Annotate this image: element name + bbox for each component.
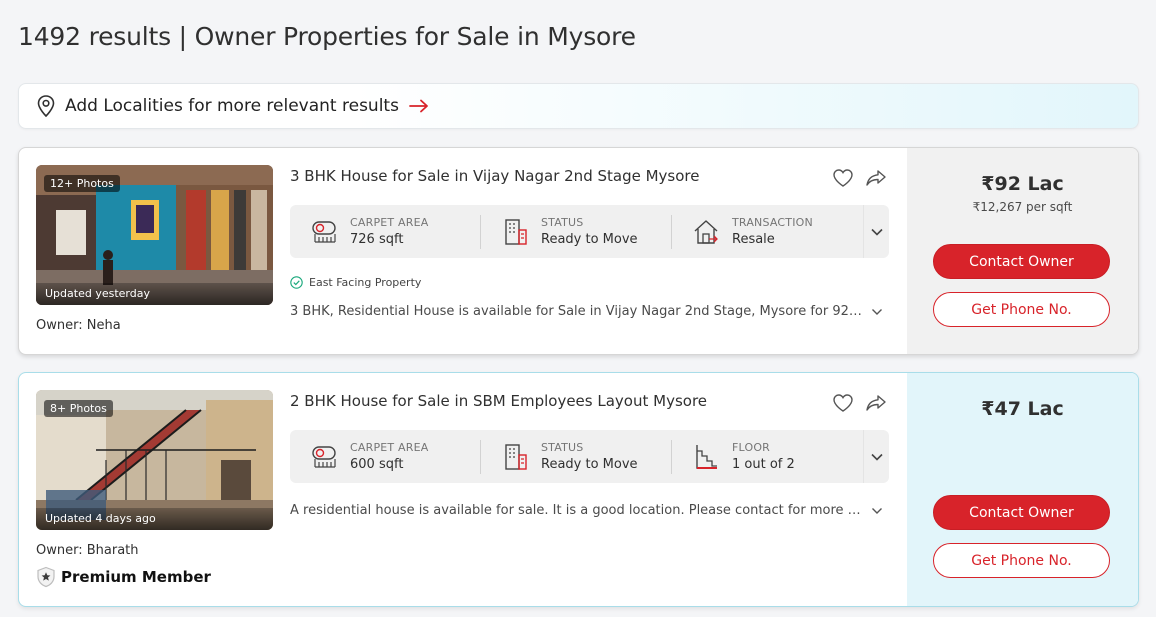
add-localities-bar[interactable]: Add Localities for more relevant results	[18, 83, 1139, 129]
highlight-text: East Facing Property	[309, 276, 422, 289]
listing-title[interactable]: 2 BHK House for Sale in SBM Employees La…	[290, 392, 707, 410]
add-localities-text: Add Localities for more relevant results	[65, 96, 399, 116]
price-panel: ₹47 Lac Contact Owner Get Phone No.	[907, 373, 1138, 606]
owner-name: Owner: Bharath	[36, 543, 139, 558]
summary-carpet-area: CARPET AREA 600 sqft	[290, 430, 480, 483]
description-text: 3 BHK, Residential House is available fo…	[290, 304, 865, 319]
contact-owner-button[interactable]: Contact Owner	[933, 244, 1110, 279]
summary-value: 726 sqft	[350, 232, 404, 247]
share-icon[interactable]	[865, 393, 887, 413]
updated-label: Updated 4 days ago	[36, 508, 273, 530]
price-panel: ₹92 Lac ₹12,267 per sqft Contact Owner G…	[907, 148, 1138, 354]
page-title: 1492 results | Owner Properties for Sale…	[18, 22, 636, 51]
arrow-right-icon[interactable]	[409, 99, 429, 113]
expand-summary-button[interactable]	[863, 205, 889, 258]
check-circle-icon	[290, 276, 303, 289]
photo-count-badge: 8+ Photos	[44, 400, 113, 417]
summary-status: STATUS Ready to Move	[481, 430, 671, 483]
contact-owner-button[interactable]: Contact Owner	[933, 495, 1110, 530]
summary-label: STATUS	[541, 441, 584, 454]
summary-value: Resale	[732, 232, 775, 247]
summary-label: FLOOR	[732, 441, 771, 454]
summary-value: 1 out of 2	[732, 457, 795, 472]
listing-title[interactable]: 3 BHK House for Sale in Vijay Nagar 2nd …	[290, 167, 699, 185]
carpet-area-icon	[312, 220, 336, 243]
premium-member-text: Premium Member	[61, 568, 211, 586]
chevron-down-icon[interactable]	[871, 308, 883, 316]
summary-value: Ready to Move	[541, 457, 638, 472]
price: ₹47 Lac	[981, 398, 1064, 420]
listing-description[interactable]: A residential house is available for sal…	[290, 503, 890, 518]
summary-floor: FLOOR 1 out of 2	[672, 430, 862, 483]
owner-name: Owner: Neha	[36, 318, 121, 333]
summary-label: CARPET AREA	[350, 216, 429, 229]
location-pin-icon	[37, 95, 55, 118]
property-photo[interactable]: 12+ Photos Updated yesterday	[36, 165, 273, 305]
summary-label: STATUS	[541, 216, 584, 229]
building-status-icon	[505, 218, 527, 245]
price-per-sqft: ₹12,267 per sqft	[972, 200, 1073, 214]
listing-description[interactable]: 3 BHK, Residential House is available fo…	[290, 304, 890, 319]
property-photo[interactable]: 8+ Photos Updated 4 days ago	[36, 390, 273, 530]
property-summary: CARPET AREA 726 sqft STATUS Ready to Mov…	[290, 205, 889, 258]
property-card[interactable]: 12+ Photos Updated yesterday Owner: Neha…	[18, 147, 1139, 355]
chevron-down-icon[interactable]	[871, 507, 883, 515]
description-text: A residential house is available for sal…	[290, 503, 865, 518]
summary-carpet-area: CARPET AREA 726 sqft	[290, 205, 480, 258]
summary-value: 600 sqft	[350, 457, 404, 472]
summary-label: TRANSACTION	[732, 216, 813, 229]
get-phone-button[interactable]: Get Phone No.	[933, 543, 1110, 578]
summary-status: STATUS Ready to Move	[481, 205, 671, 258]
stairs-floor-icon	[696, 444, 717, 469]
building-status-icon	[505, 443, 527, 470]
summary-label: CARPET AREA	[350, 441, 429, 454]
heart-icon[interactable]	[832, 393, 854, 413]
carpet-area-icon	[312, 445, 336, 468]
premium-shield-icon	[37, 566, 55, 588]
east-facing-highlight: East Facing Property	[290, 276, 421, 289]
chevron-down-icon	[870, 228, 883, 236]
updated-label: Updated yesterday	[36, 283, 273, 305]
heart-icon[interactable]	[832, 168, 854, 188]
share-icon[interactable]	[865, 168, 887, 188]
expand-summary-button[interactable]	[863, 430, 889, 483]
get-phone-button[interactable]: Get Phone No.	[933, 292, 1110, 327]
property-card[interactable]: 8+ Photos Updated 4 days ago Owner: Bhar…	[18, 372, 1139, 607]
summary-value: Ready to Move	[541, 232, 638, 247]
summary-transaction: TRANSACTION Resale	[672, 205, 862, 258]
premium-member-badge: Premium Member	[36, 566, 211, 588]
chevron-down-icon	[870, 453, 883, 461]
price: ₹92 Lac	[981, 173, 1064, 195]
property-summary: CARPET AREA 600 sqft STATUS Ready to Mov…	[290, 430, 889, 483]
photo-count-badge: 12+ Photos	[44, 175, 120, 192]
house-transaction-icon	[694, 219, 718, 244]
